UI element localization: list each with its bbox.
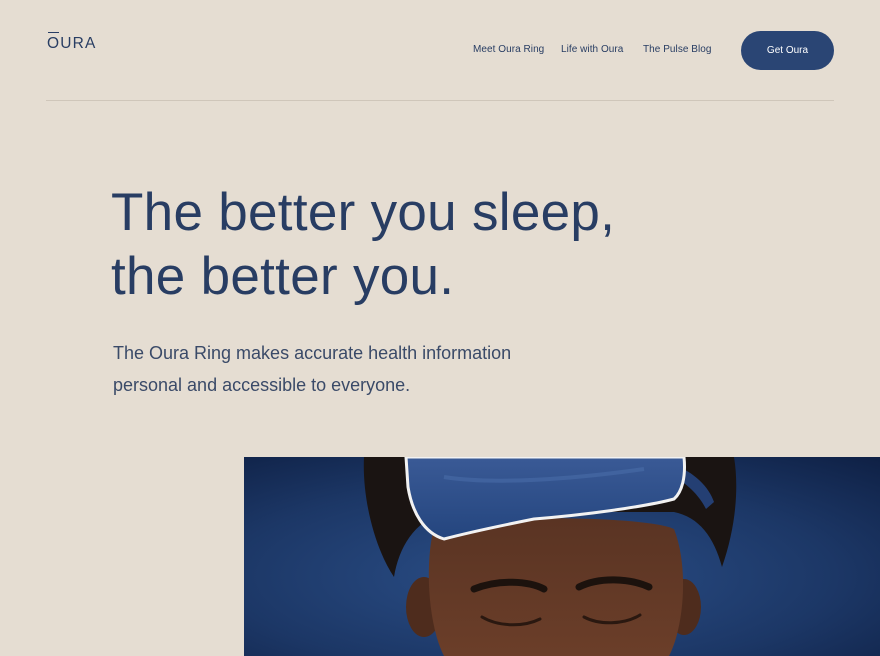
nav-link-pulse-blog[interactable]: The Pulse Blog [643, 44, 712, 55]
headline-line-2: the better you. [111, 247, 455, 306]
header-divider [46, 100, 834, 101]
nav-link-life-with-oura[interactable]: Life with Oura [561, 44, 623, 55]
logo-macron [48, 32, 60, 34]
hero-headline: The better you sleep, the better you. [111, 181, 711, 309]
nav-link-meet-oura-ring[interactable]: Meet Oura Ring [473, 44, 544, 55]
get-oura-button[interactable]: Get Oura [741, 31, 834, 70]
headline-line-1: The better you sleep, [111, 183, 616, 242]
subtext-line-2: personal and accessible to everyone. [113, 375, 411, 395]
landing-page: O URA Meet Oura Ring Life with Oura The … [0, 0, 880, 656]
hero-photo-sleep-mask [244, 457, 880, 656]
subtext-line-1: The Oura Ring makes accurate health info… [113, 343, 512, 363]
hero-photo-illustration [244, 457, 880, 656]
hero-subtext: The Oura Ring makes accurate health info… [113, 337, 593, 401]
